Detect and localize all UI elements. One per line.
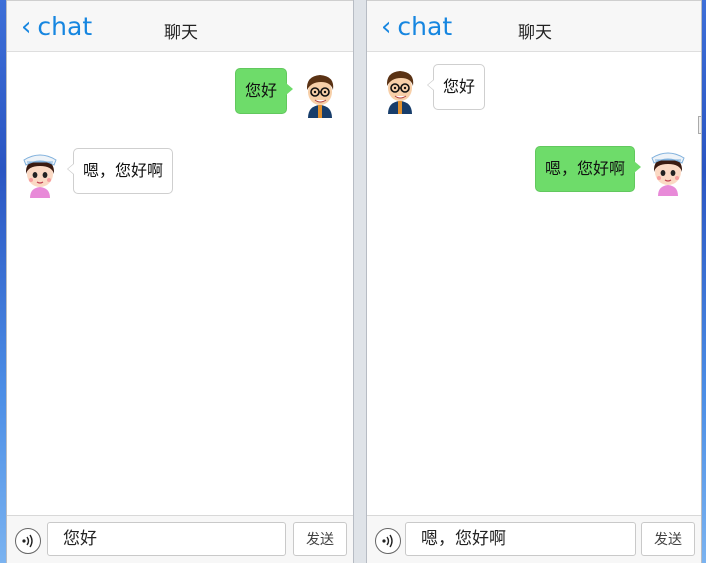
header-bar: ‹ chat 聊天 <box>367 0 701 52</box>
voice-button[interactable] <box>375 528 401 554</box>
voice-icon <box>382 534 393 548</box>
boy-avatar <box>306 75 334 118</box>
page-title: 聊天 <box>164 23 198 43</box>
message-outgoing: 您好 <box>234 68 345 118</box>
nurse-avatar <box>23 154 57 198</box>
send-button[interactable]: 发送 <box>641 522 695 556</box>
voice-button[interactable] <box>15 528 41 554</box>
message-incoming: 您好 <box>375 64 486 114</box>
chat-window-left: ‹ chat 聊天 您好 嗯，您好啊 您好 发送 <box>6 0 354 563</box>
back-label: chat <box>37 12 93 41</box>
message-input[interactable]: 您好 <box>47 522 286 556</box>
boy-avatar <box>386 71 414 114</box>
window-gap <box>353 0 367 563</box>
page-title: 聊天 <box>518 23 552 43</box>
message-list: 您好 嗯，您好啊 <box>7 52 353 515</box>
header-bar: ‹ chat 聊天 <box>7 0 353 52</box>
chat-window-right: ‹ chat 聊天 您好 嗯，您好啊 嗯，您好啊 发送 <box>366 0 702 563</box>
message-bubble: 您好 <box>426 64 486 110</box>
message-input[interactable]: 嗯，您好啊 <box>405 522 636 556</box>
back-label: chat <box>397 12 453 41</box>
input-bar: 嗯，您好啊 发送 <box>367 515 701 563</box>
voice-icon <box>22 534 33 548</box>
chevron-left-icon: ‹ <box>381 12 392 42</box>
scroll-tab[interactable] <box>698 116 701 134</box>
nurse-avatar <box>651 152 685 196</box>
back-button[interactable]: ‹ chat <box>21 11 92 43</box>
send-button[interactable]: 发送 <box>293 522 347 556</box>
message-bubble: 嗯，您好啊 <box>534 146 642 192</box>
input-bar: 您好 发送 <box>7 515 353 563</box>
message-incoming: 嗯，您好啊 <box>15 148 174 198</box>
message-outgoing: 嗯，您好啊 <box>534 146 693 196</box>
message-bubble: 您好 <box>234 68 294 114</box>
message-list: 您好 嗯，您好啊 <box>367 52 701 515</box>
back-button[interactable]: ‹ chat <box>381 11 452 43</box>
chevron-left-icon: ‹ <box>21 12 32 42</box>
message-bubble: 嗯，您好啊 <box>66 148 174 194</box>
